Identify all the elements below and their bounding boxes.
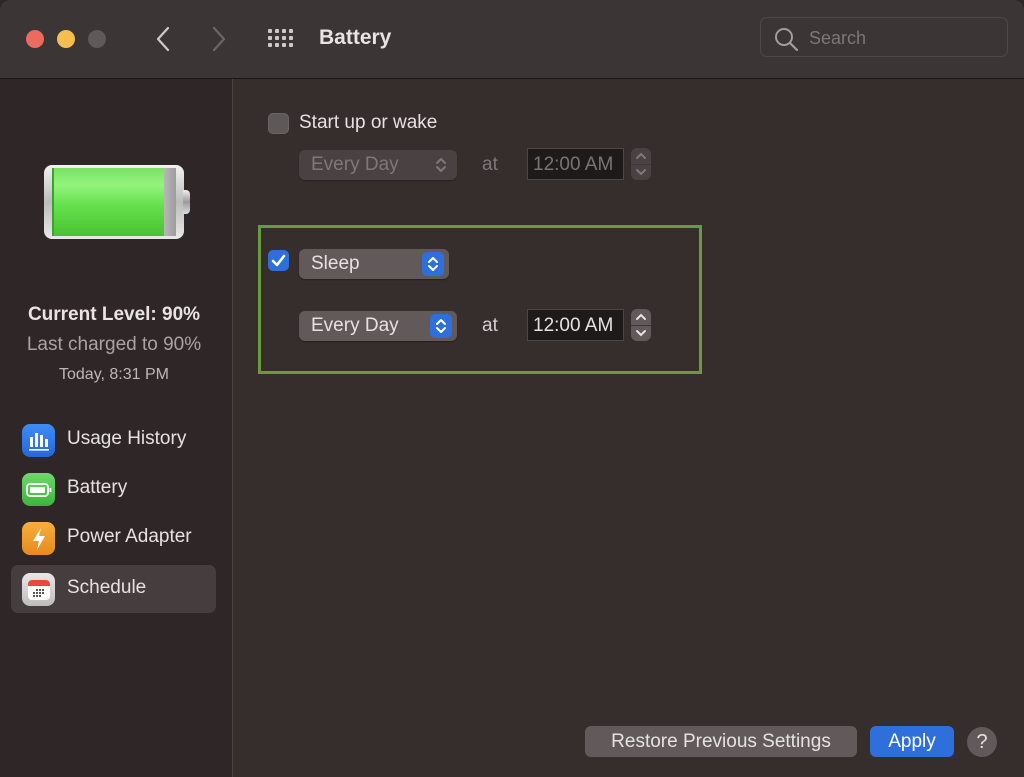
search-input[interactable]: [807, 24, 1001, 52]
sleep-time-stepper[interactable]: [631, 309, 651, 341]
sidebar-item-label: Usage History: [67, 428, 187, 449]
zoom-window-button[interactable]: [88, 30, 106, 48]
updown-chevron-icon: [430, 314, 452, 338]
sidebar-item-label: Schedule: [67, 577, 147, 598]
search-field[interactable]: [760, 17, 1008, 57]
sleep-action-value: Sleep: [311, 253, 360, 274]
startup-frequency-popup[interactable]: Every Day: [299, 150, 457, 180]
sidebar-item-label: Power Adapter: [67, 526, 192, 547]
sleep-checkbox[interactable]: [268, 250, 289, 271]
chevron-up-icon: [636, 152, 646, 159]
startup-at-label: at: [482, 154, 498, 175]
show-all-button[interactable]: [266, 27, 298, 51]
sleep-frequency-value: Every Day: [311, 315, 399, 336]
current-level-label: Current Level: 90%: [27, 304, 201, 325]
startup-time-stepper[interactable]: [631, 148, 651, 180]
titlebar: Battery: [0, 0, 1024, 79]
chevron-up-icon: [636, 313, 646, 320]
sidebar-item-power-adapter[interactable]: Power Adapter: [11, 514, 216, 562]
apply-button[interactable]: Apply: [870, 726, 954, 757]
sidebar-item-battery[interactable]: Battery: [11, 465, 216, 513]
startup-time-input[interactable]: [531, 152, 625, 178]
content-area: [233, 79, 1024, 777]
sleep-time-field[interactable]: [527, 309, 625, 341]
battery-level-icon: [44, 165, 190, 240]
sidebar-item-usage-history[interactable]: Usage History: [11, 416, 216, 464]
help-button[interactable]: ?: [967, 727, 997, 757]
stepper-up-button[interactable]: [631, 148, 651, 165]
forward-button[interactable]: [206, 22, 232, 56]
stepper-down-button[interactable]: [631, 164, 651, 180]
battery-icon: [22, 473, 55, 506]
highlight-box: [258, 225, 702, 374]
chevron-down-icon: [636, 169, 646, 176]
lightning-bolt-icon: [22, 522, 55, 555]
updown-chevron-icon: [422, 252, 444, 276]
window-title: Battery: [319, 26, 392, 49]
chevron-left-icon: [156, 26, 170, 52]
sleep-at-label: at: [482, 315, 498, 336]
checkmark-icon: [271, 254, 286, 267]
last-charged-time: Today, 8:31 PM: [59, 366, 169, 383]
stepper-down-button[interactable]: [631, 325, 651, 341]
sleep-frequency-popup[interactable]: Every Day: [299, 311, 457, 341]
chevron-right-icon: [212, 26, 226, 52]
startup-time-field[interactable]: [527, 148, 625, 180]
restore-previous-settings-button[interactable]: Restore Previous Settings: [585, 726, 857, 757]
bar-chart-icon: [22, 424, 55, 457]
back-button[interactable]: [150, 22, 176, 56]
startup-checkbox[interactable]: [268, 113, 289, 134]
sidebar-item-schedule[interactable]: Schedule: [11, 565, 216, 613]
stepper-up-button[interactable]: [631, 309, 651, 326]
search-icon: [775, 28, 799, 52]
last-charged-label: Last charged to 90%: [26, 334, 202, 355]
minimize-window-button[interactable]: [57, 30, 75, 48]
sleep-time-input[interactable]: [531, 313, 625, 339]
close-window-button[interactable]: [26, 30, 44, 48]
startup-label: Start up or wake: [299, 112, 438, 133]
chevron-down-icon: [636, 330, 646, 337]
calendar-icon: [22, 573, 55, 606]
startup-frequency-value: Every Day: [311, 154, 399, 175]
sleep-action-popup[interactable]: Sleep: [299, 249, 449, 279]
updown-chevron-icon: [430, 153, 452, 177]
sidebar-item-label: Battery: [67, 477, 128, 498]
